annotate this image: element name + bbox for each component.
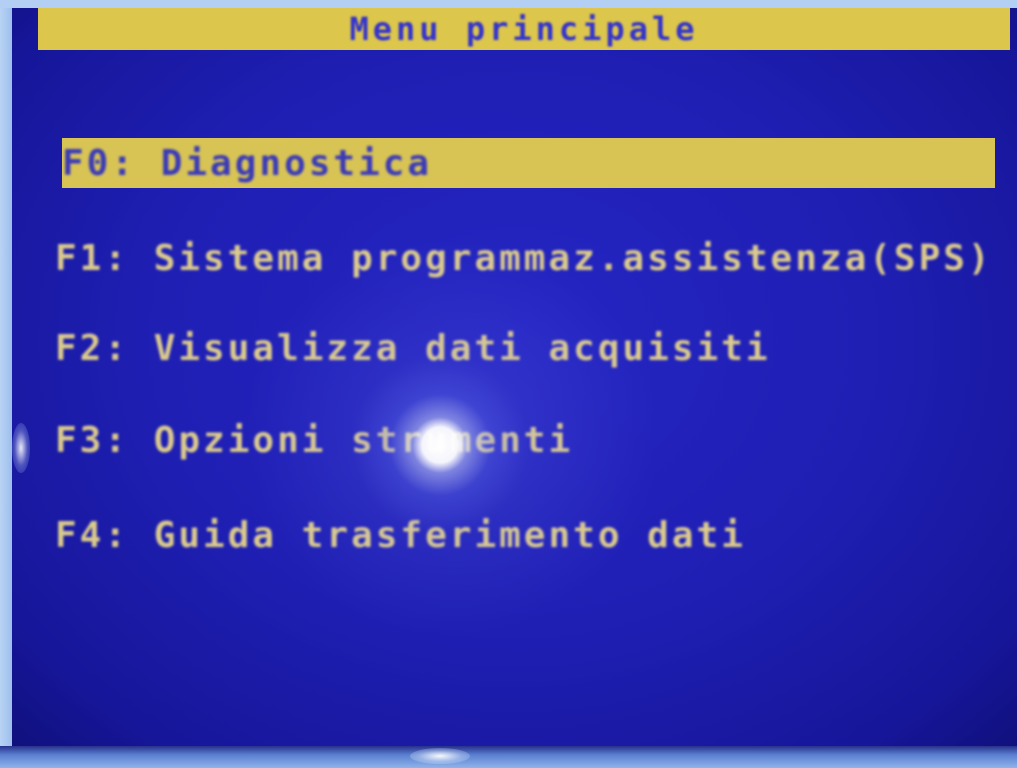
menu-item-sistema-programmazione-assistenza[interactable]: F1: Sistema programmaz.assistenza(SPS) bbox=[55, 233, 1000, 283]
menu-item-label: F2: Visualizza dati acquisiti bbox=[55, 327, 771, 369]
screen-edge-reflection bbox=[12, 423, 30, 473]
page-title: Menu principale bbox=[349, 10, 699, 48]
menu-item-label: F3: Opzioni strumenti bbox=[55, 419, 574, 461]
menu-item-label: F4: Guida trasferimento dati bbox=[55, 514, 746, 556]
main-menu-screen: Menu principale F0: Diagnostica F1: Sist… bbox=[12, 8, 1017, 750]
menu-item-guida-trasferimento[interactable]: F4: Guida trasferimento dati bbox=[55, 510, 1000, 560]
monitor-bezel-left bbox=[0, 0, 12, 768]
menu-item-visualizza-dati[interactable]: F2: Visualizza dati acquisiti bbox=[55, 323, 1000, 373]
menu-item-diagnostica[interactable]: F0: Diagnostica bbox=[62, 138, 995, 188]
monitor-bezel-top bbox=[0, 0, 1017, 8]
menu-item-label: F1: Sistema programmaz.assistenza(SPS) bbox=[55, 237, 993, 279]
monitor-bezel-bottom bbox=[0, 746, 1017, 768]
menu-item-label: F0: Diagnostica bbox=[62, 142, 433, 184]
menu-item-opzioni-strumenti[interactable]: F3: Opzioni strumenti bbox=[55, 415, 1000, 465]
title-bar: Menu principale bbox=[38, 8, 1010, 50]
bezel-reflection bbox=[410, 748, 470, 764]
